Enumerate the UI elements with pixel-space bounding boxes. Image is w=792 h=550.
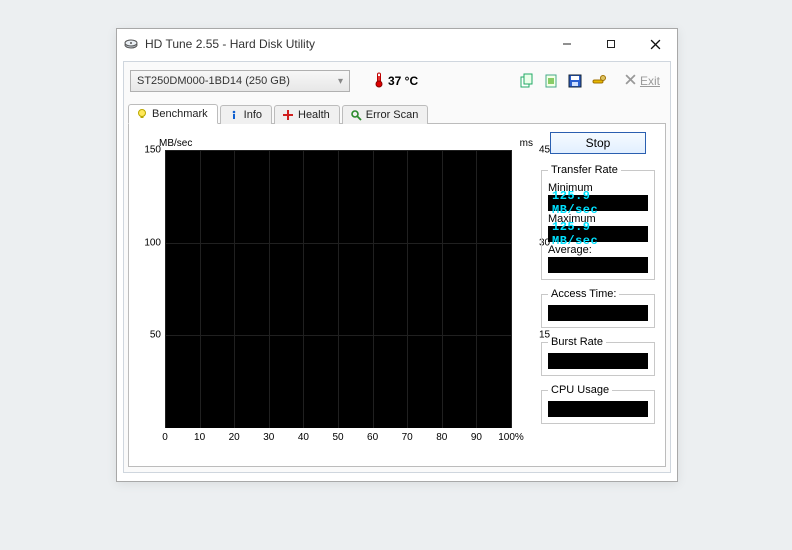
tab-benchmark[interactable]: Benchmark (128, 104, 218, 124)
stop-button-label: Stop (586, 136, 611, 150)
burst-rate-group: Burst Rate (541, 336, 655, 376)
titlebar[interactable]: HD Tune 2.55 - Hard Disk Utility (117, 29, 677, 59)
temperature-value: 37 °C (388, 74, 418, 88)
tab-bar: Benchmark Info Health Error Scan (124, 100, 670, 123)
toolbar-icons (519, 73, 607, 89)
exit-label: Exit (640, 74, 660, 88)
window-controls (545, 30, 677, 58)
tab-page-benchmark: MB/sec ms 15010050 453015 01020304050607… (128, 123, 666, 467)
options-icon[interactable] (591, 73, 607, 89)
burst-rate-label: Burst Rate (548, 336, 606, 348)
bulb-icon (136, 108, 148, 120)
maximum-value: 125.9 MB/sec (548, 226, 648, 242)
temperature: 37 °C (374, 72, 434, 91)
tab-label: Health (298, 109, 330, 121)
y-right-axis-label: ms (520, 138, 533, 149)
plot-area (165, 150, 511, 428)
clipboard-icon[interactable] (543, 73, 559, 89)
window-title: HD Tune 2.55 - Hard Disk Utility (145, 37, 545, 51)
transfer-rate-group: Transfer Rate Minimum 125.9 MB/sec Maxim… (541, 164, 655, 280)
drive-select[interactable]: ST250DM000-1BD14 (250 GB) ▾ (130, 70, 350, 92)
cpu-usage-label: CPU Usage (548, 384, 612, 396)
save-icon[interactable] (567, 73, 583, 89)
search-icon (350, 109, 362, 121)
tab-errorscan[interactable]: Error Scan (342, 105, 429, 124)
thermometer-icon (374, 72, 384, 91)
stats-panel: Stop Transfer Rate Minimum 125.9 MB/sec … (539, 132, 657, 432)
client-area: ST250DM000-1BD14 (250 GB) ▾ 37 °C Exit (123, 61, 671, 473)
toolbar: ST250DM000-1BD14 (250 GB) ▾ 37 °C Exit (124, 62, 670, 100)
info-icon (228, 109, 240, 121)
app-window: HD Tune 2.55 - Hard Disk Utility ST250DM… (116, 28, 678, 482)
dropdown-arrow-icon: ▾ (338, 76, 343, 87)
tab-label: Error Scan (366, 109, 419, 121)
copy-icon[interactable] (519, 73, 535, 89)
access-time-label: Access Time: (548, 288, 619, 300)
minimum-value: 125.9 MB/sec (548, 195, 648, 211)
tab-health[interactable]: Health (274, 105, 340, 124)
tab-info[interactable]: Info (220, 105, 272, 124)
drive-select-value: ST250DM000-1BD14 (250 GB) (137, 75, 290, 87)
benchmark-chart: MB/sec ms 15010050 453015 01020304050607… (137, 132, 535, 448)
maximize-button[interactable] (589, 30, 633, 58)
minimize-button[interactable] (545, 30, 589, 58)
tab-label: Info (244, 109, 262, 121)
close-button[interactable] (633, 30, 677, 58)
cpu-usage-group: CPU Usage (541, 384, 655, 424)
burst-rate-value (548, 353, 648, 369)
app-icon (123, 36, 139, 52)
access-time-group: Access Time: (541, 288, 655, 328)
cpu-usage-value (548, 401, 648, 417)
y-left-ticks: 15010050 (137, 132, 165, 448)
transfer-rate-legend: Transfer Rate (548, 164, 621, 176)
exit-button[interactable]: Exit (621, 74, 664, 88)
average-value (548, 257, 648, 273)
plus-icon (282, 109, 294, 121)
tab-label: Benchmark (152, 108, 208, 120)
stop-button[interactable]: Stop (550, 132, 646, 154)
access-time-value (548, 305, 648, 321)
close-x-icon (625, 74, 636, 88)
